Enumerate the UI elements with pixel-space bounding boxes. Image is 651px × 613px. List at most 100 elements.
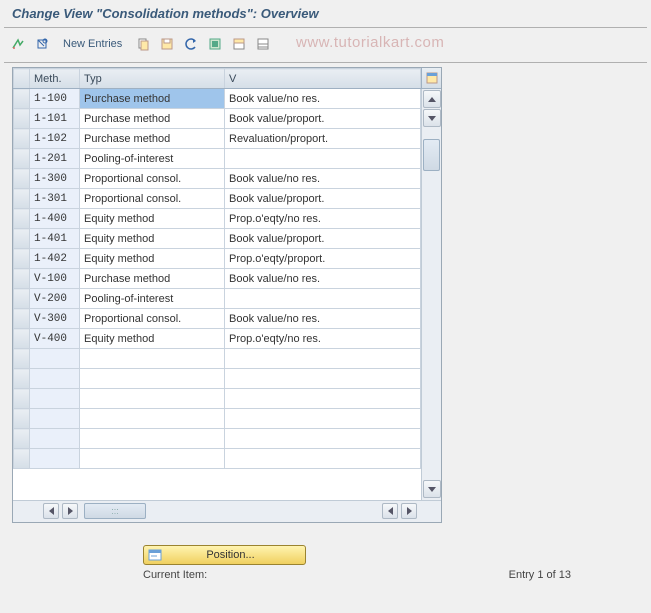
vscroll-thumb[interactable] bbox=[423, 139, 440, 171]
table-row[interactable] bbox=[14, 389, 421, 409]
table-row[interactable] bbox=[14, 409, 421, 429]
cell-typ[interactable]: Proportional consol. bbox=[80, 189, 225, 209]
cell-typ[interactable]: Purchase method bbox=[80, 269, 225, 289]
row-selector[interactable] bbox=[14, 389, 30, 409]
cell-typ[interactable]: Proportional consol. bbox=[80, 309, 225, 329]
table-row[interactable]: V-200Pooling-of-interest bbox=[14, 289, 421, 309]
table-row[interactable]: 1-102Purchase methodRevaluation/proport. bbox=[14, 129, 421, 149]
cell-typ[interactable]: Pooling-of-interest bbox=[80, 289, 225, 309]
cell-var[interactable] bbox=[225, 389, 421, 409]
row-selector[interactable] bbox=[14, 249, 30, 269]
row-selector[interactable] bbox=[14, 89, 30, 109]
cell-typ[interactable] bbox=[80, 369, 225, 389]
cell-var[interactable]: Book value/no res. bbox=[225, 89, 421, 109]
scroll-up-button[interactable] bbox=[423, 90, 441, 108]
table-row[interactable]: 1-301Proportional consol.Book value/prop… bbox=[14, 189, 421, 209]
cell-meth[interactable]: V-100 bbox=[30, 269, 80, 289]
hscroll-right-2[interactable] bbox=[401, 503, 417, 519]
col-var-header[interactable]: V bbox=[225, 69, 421, 89]
table-row[interactable]: 1-100Purchase methodBook value/no res. bbox=[14, 89, 421, 109]
table-row[interactable]: 1-402Equity methodProp.o'eqty/proport. bbox=[14, 249, 421, 269]
cell-typ[interactable]: Purchase method bbox=[80, 109, 225, 129]
cell-meth[interactable]: V-400 bbox=[30, 329, 80, 349]
col-meth-header[interactable]: Meth. bbox=[30, 69, 80, 89]
new-entries-button[interactable]: New Entries bbox=[56, 34, 129, 54]
row-selector[interactable] bbox=[14, 449, 30, 469]
cell-meth[interactable] bbox=[30, 369, 80, 389]
cell-meth[interactable]: 1-402 bbox=[30, 249, 80, 269]
cell-typ[interactable]: Equity method bbox=[80, 229, 225, 249]
cell-var[interactable]: Prop.o'eqty/proport. bbox=[225, 249, 421, 269]
cell-meth[interactable]: 1-102 bbox=[30, 129, 80, 149]
table-row[interactable] bbox=[14, 349, 421, 369]
table-row[interactable] bbox=[14, 369, 421, 389]
cell-var[interactable] bbox=[225, 429, 421, 449]
table-row[interactable]: V-100Purchase methodBook value/no res. bbox=[14, 269, 421, 289]
cell-meth[interactable]: 1-100 bbox=[30, 89, 80, 109]
cell-meth[interactable] bbox=[30, 349, 80, 369]
save-button[interactable] bbox=[157, 34, 177, 54]
row-selector[interactable] bbox=[14, 169, 30, 189]
cell-typ[interactable]: Equity method bbox=[80, 329, 225, 349]
col-typ-header[interactable]: Typ bbox=[80, 69, 225, 89]
vscroll-track[interactable] bbox=[423, 129, 440, 480]
row-selector[interactable] bbox=[14, 109, 30, 129]
hscroll-right-1[interactable] bbox=[62, 503, 78, 519]
cell-var[interactable]: Book value/proport. bbox=[225, 229, 421, 249]
cell-meth[interactable]: 1-401 bbox=[30, 229, 80, 249]
row-selector[interactable] bbox=[14, 129, 30, 149]
table-row[interactable]: 1-400Equity methodProp.o'eqty/no res. bbox=[14, 209, 421, 229]
other-view-button[interactable] bbox=[8, 34, 28, 54]
row-selector[interactable] bbox=[14, 269, 30, 289]
cell-var[interactable]: Book value/proport. bbox=[225, 189, 421, 209]
row-selector[interactable] bbox=[14, 309, 30, 329]
table-row[interactable]: 1-201Pooling-of-interest bbox=[14, 149, 421, 169]
scroll-down-button[interactable] bbox=[423, 480, 441, 498]
cell-typ[interactable] bbox=[80, 349, 225, 369]
hscroll-left-1[interactable] bbox=[43, 503, 59, 519]
deselect-all-button[interactable] bbox=[253, 34, 273, 54]
cell-meth[interactable]: 1-201 bbox=[30, 149, 80, 169]
copy-button[interactable] bbox=[133, 34, 153, 54]
table-row[interactable]: V-300Proportional consol.Book value/no r… bbox=[14, 309, 421, 329]
cell-var[interactable]: Book value/no res. bbox=[225, 269, 421, 289]
row-selector[interactable] bbox=[14, 149, 30, 169]
table-row[interactable]: V-400Equity methodProp.o'eqty/no res. bbox=[14, 329, 421, 349]
cell-typ[interactable]: Purchase method bbox=[80, 89, 225, 109]
cell-typ[interactable]: Proportional consol. bbox=[80, 169, 225, 189]
hscroll-thumb-1[interactable]: ::: bbox=[84, 503, 146, 519]
cell-typ[interactable]: Equity method bbox=[80, 209, 225, 229]
cell-var[interactable]: Book value/no res. bbox=[225, 309, 421, 329]
row-selector[interactable] bbox=[14, 329, 30, 349]
table-row[interactable] bbox=[14, 429, 421, 449]
table-row[interactable]: 1-101Purchase methodBook value/proport. bbox=[14, 109, 421, 129]
select-all-button[interactable] bbox=[205, 34, 225, 54]
cell-meth[interactable]: 1-301 bbox=[30, 189, 80, 209]
cell-typ[interactable] bbox=[80, 389, 225, 409]
cell-var[interactable] bbox=[225, 409, 421, 429]
cell-var[interactable]: Book value/no res. bbox=[225, 169, 421, 189]
select-all-header[interactable] bbox=[14, 69, 30, 89]
cell-meth[interactable]: 1-101 bbox=[30, 109, 80, 129]
cell-meth[interactable]: 1-300 bbox=[30, 169, 80, 189]
cell-meth[interactable] bbox=[30, 409, 80, 429]
table-row[interactable] bbox=[14, 449, 421, 469]
row-selector[interactable] bbox=[14, 289, 30, 309]
cell-var[interactable] bbox=[225, 289, 421, 309]
table-row[interactable]: 1-401Equity methodBook value/proport. bbox=[14, 229, 421, 249]
table-row[interactable]: 1-300Proportional consol.Book value/no r… bbox=[14, 169, 421, 189]
cell-meth[interactable] bbox=[30, 449, 80, 469]
row-selector[interactable] bbox=[14, 209, 30, 229]
position-button[interactable]: Position... bbox=[143, 545, 306, 565]
column-config-button[interactable] bbox=[421, 68, 441, 89]
cell-var[interactable]: Prop.o'eqty/no res. bbox=[225, 329, 421, 349]
cell-meth[interactable] bbox=[30, 389, 80, 409]
cell-var[interactable]: Book value/proport. bbox=[225, 109, 421, 129]
row-selector[interactable] bbox=[14, 409, 30, 429]
cell-var[interactable]: Prop.o'eqty/no res. bbox=[225, 209, 421, 229]
cell-typ[interactable]: Purchase method bbox=[80, 129, 225, 149]
cell-var[interactable]: Revaluation/proport. bbox=[225, 129, 421, 149]
row-selector[interactable] bbox=[14, 229, 30, 249]
display-toggle-button[interactable] bbox=[32, 34, 52, 54]
hscroll-left-2[interactable] bbox=[382, 503, 398, 519]
